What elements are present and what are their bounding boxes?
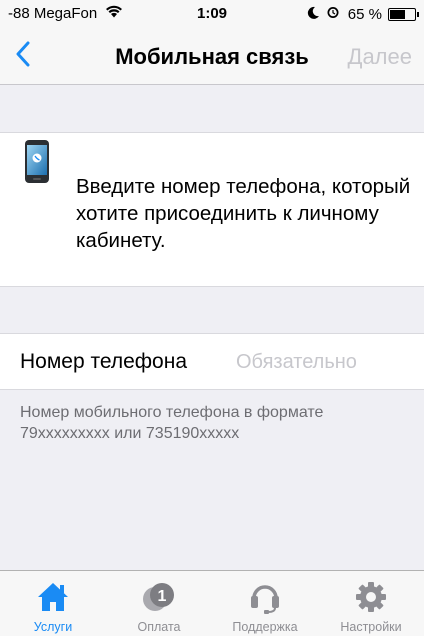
- headset-icon: [247, 579, 283, 615]
- moon-icon: [307, 6, 320, 23]
- tab-payment[interactable]: 1 Оплата: [106, 571, 212, 636]
- alarm-icon: [326, 5, 340, 23]
- home-icon: [35, 579, 71, 615]
- tab-support[interactable]: Поддержка: [212, 571, 318, 636]
- svg-text:1: 1: [158, 588, 167, 605]
- battery-percent: 65 %: [347, 5, 382, 23]
- battery-icon: [388, 7, 419, 21]
- tab-label: Настройки: [340, 620, 402, 634]
- phone-number-input[interactable]: [236, 347, 416, 377]
- phone-number-row: Номер телефона: [0, 333, 424, 390]
- phone-icon: [22, 139, 54, 190]
- tab-label: Услуги: [33, 620, 73, 634]
- tab-settings[interactable]: Настройки: [318, 571, 424, 636]
- info-card: Введите номер телефона, который хотите п…: [0, 132, 424, 287]
- next-button[interactable]: Далее: [348, 44, 412, 70]
- navigation-bar: Мобильная связь Далее: [0, 28, 424, 85]
- gear-icon: [353, 579, 389, 615]
- phone-number-label: Номер телефона: [20, 350, 188, 373]
- tab-label: Поддержка: [232, 620, 298, 634]
- battery-level: [390, 9, 405, 19]
- info-message: Введите номер телефона, который хотите п…: [76, 175, 411, 252]
- tab-bar: Услуги 1 Оплата Поддержка Настройки: [0, 570, 424, 636]
- tab-label: Оплата: [137, 620, 181, 634]
- phone-format-hint: Номер мобильного телефона в формате 79xx…: [20, 404, 324, 442]
- payment-icon: 1: [141, 579, 177, 615]
- status-bar-right: 65 %: [307, 5, 419, 23]
- status-bar: -88 MegaFon 1:09 65 %: [0, 0, 424, 28]
- tab-services[interactable]: Услуги: [0, 571, 106, 636]
